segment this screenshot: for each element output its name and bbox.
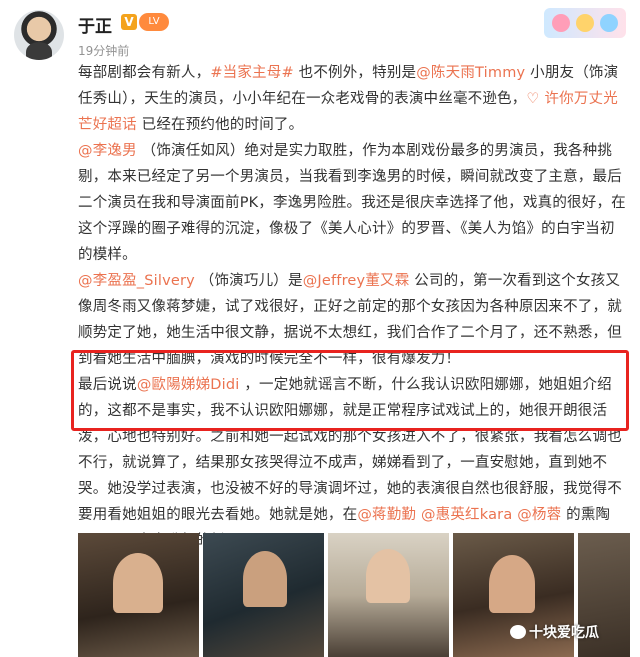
watermark-text: 十块爱吃瓜 [529, 625, 599, 641]
level-badge-icon: LV [139, 13, 169, 31]
wechat-icon [510, 625, 526, 639]
post-body: 每部剧都会有新人，#当家主母# 也不例外，特别是@陈天雨Timmy 小朋友（饰演… [78, 60, 628, 554]
paragraph-2: @李逸男 （饰演任如风）绝对是实力取胜，作为本剧戏份最多的男演员，我各种挑剔，本… [78, 138, 628, 268]
photo-thumbnail[interactable] [328, 533, 449, 657]
mention-link[interactable]: @陈天雨Timmy [416, 65, 525, 81]
post-text: 每部剧都会有新人， [78, 65, 211, 81]
paragraph-3: @李盈盈_Silvery （饰演巧儿）是@Jeffrey董又霖 公司的，第一次看… [78, 268, 628, 372]
user-avatar[interactable] [14, 10, 64, 60]
decoration-sticker [544, 8, 626, 38]
mention-link[interactable]: @蒋勤勤 [357, 507, 416, 523]
watermark: 十块爱吃瓜 [510, 622, 599, 642]
mention-link[interactable]: @惠英红kara [421, 507, 512, 523]
mention-link[interactable]: @Jeffrey董又霖 [303, 273, 410, 289]
mention-link[interactable]: @李逸男 [78, 143, 137, 159]
post-text: （饰演巧儿）是 [194, 273, 303, 289]
mention-link[interactable]: @杨蓉 [517, 507, 561, 523]
username[interactable]: 于正 [78, 12, 112, 37]
mention-link[interactable]: @歐陽娣娣Didi [137, 377, 240, 393]
mention-link[interactable]: #当家主母# [210, 65, 294, 81]
post-text: （饰演任如风）绝对是实力取胜，作为本剧戏份最多的男演员，我各种挑剔，本来已经定了… [78, 143, 626, 263]
paragraph-4: 最后说说@歐陽娣娣Didi ，一定她就谣言不断，什么我认识欧阳娜娜，她姐姐介绍的… [78, 372, 628, 554]
photo-thumbnail[interactable] [78, 533, 199, 657]
post-timestamp[interactable]: 19分钟前 [78, 42, 129, 59]
post-text: 已经在预约他的时间了。 [136, 117, 304, 133]
post-text: 最后说说 [78, 377, 137, 393]
photo-thumbnail[interactable] [203, 533, 324, 657]
paragraph-1: 每部剧都会有新人，#当家主母# 也不例外，特别是@陈天雨Timmy 小朋友（饰演… [78, 60, 628, 138]
post-text: ，一定她就谣言不断，什么我认识欧阳娜娜，她姐姐介绍的，这都不是事实，我不认识欧阳… [78, 377, 622, 523]
post-header: 于正 V LV 19分钟前 [14, 8, 626, 60]
mention-link[interactable]: @李盈盈_Silvery [78, 273, 195, 289]
verified-badge-icon: V [121, 14, 137, 30]
post-text: 也不例外，特别是 [293, 65, 417, 81]
